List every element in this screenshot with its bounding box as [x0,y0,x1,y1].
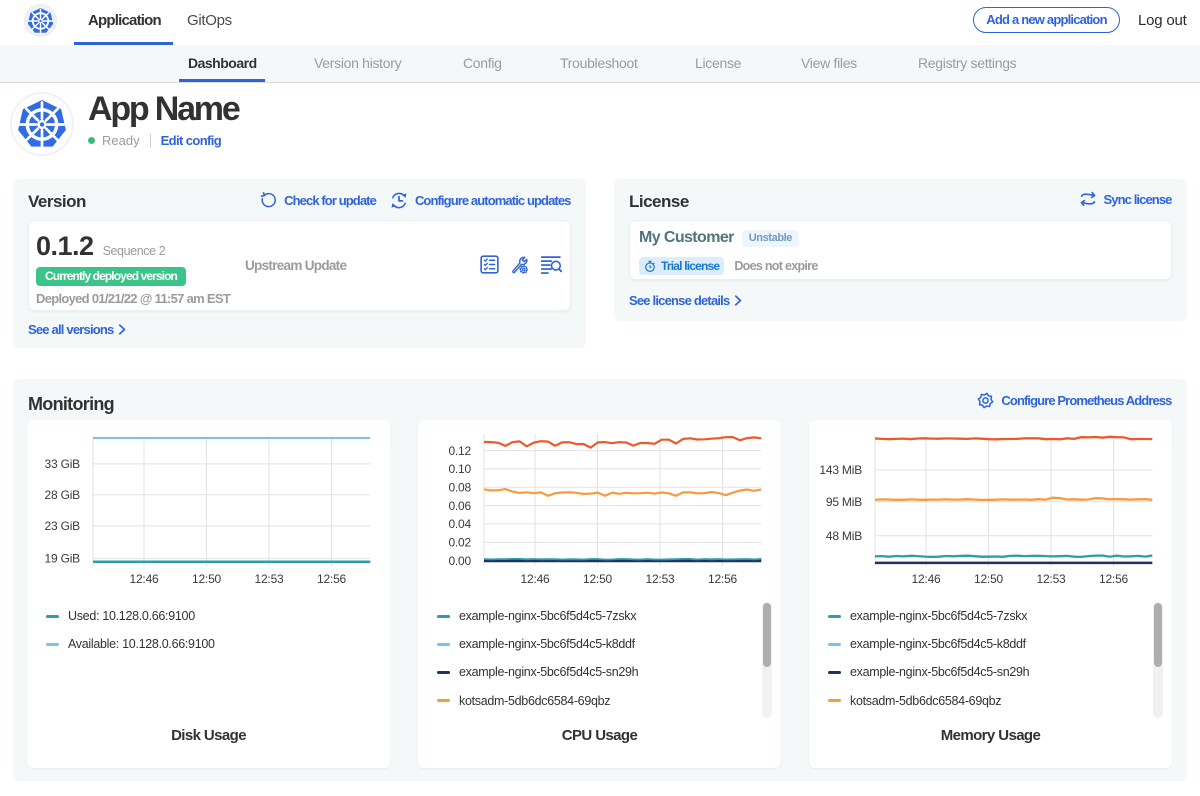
svg-text:12:50: 12:50 [583,572,613,586]
svg-text:28 GiB: 28 GiB [45,488,81,502]
svg-text:19 GiB: 19 GiB [45,551,81,565]
svg-text:0.06: 0.06 [448,499,471,513]
svg-text:23 GiB: 23 GiB [45,519,81,533]
svg-text:48 MiB: 48 MiB [826,529,862,543]
svg-text:12:46: 12:46 [520,572,550,586]
svg-text:12:56: 12:56 [1099,572,1129,586]
svg-text:0.10: 0.10 [448,462,471,476]
svg-text:12:50: 12:50 [192,572,222,586]
svg-text:12:56: 12:56 [317,572,347,586]
svg-text:0.08: 0.08 [448,481,471,495]
svg-text:0.02: 0.02 [448,536,471,550]
svg-text:95 MiB: 95 MiB [826,495,862,509]
svg-text:12:46: 12:46 [911,572,941,586]
svg-text:0.00: 0.00 [448,554,471,568]
svg-text:12:46: 12:46 [129,572,159,586]
svg-text:12:53: 12:53 [1036,572,1066,586]
svg-text:33 GiB: 33 GiB [45,457,81,471]
svg-text:0.04: 0.04 [448,517,471,531]
svg-text:12:56: 12:56 [708,572,738,586]
svg-text:0.12: 0.12 [448,444,471,458]
svg-text:12:50: 12:50 [974,572,1004,586]
svg-text:12:53: 12:53 [254,572,284,586]
svg-text:12:53: 12:53 [645,572,675,586]
svg-text:143 MiB: 143 MiB [819,463,862,477]
